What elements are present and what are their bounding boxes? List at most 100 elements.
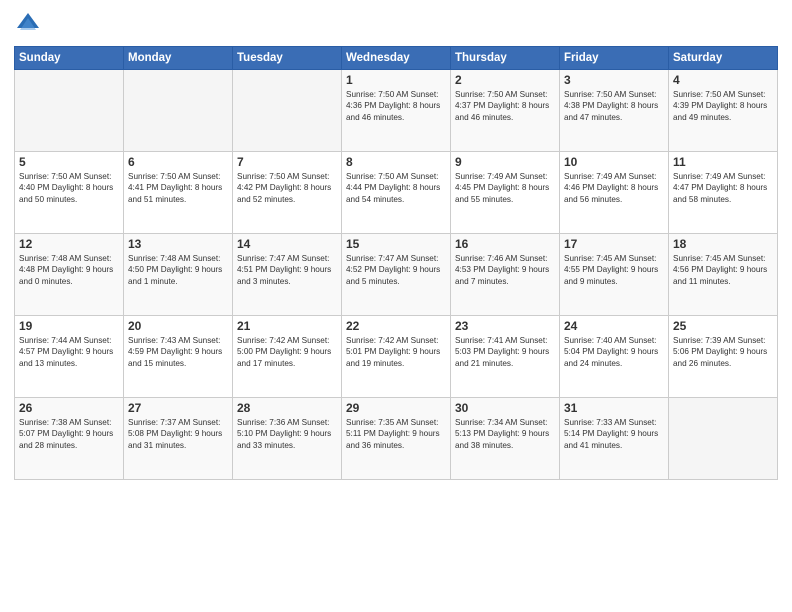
day-number: 23 (455, 319, 555, 333)
day-info: Sunrise: 7:34 AM Sunset: 5:13 PM Dayligh… (455, 417, 555, 451)
day-number: 1 (346, 73, 446, 87)
calendar-cell: 5 Sunrise: 7:50 AM Sunset: 4:40 PM Daylig… (15, 152, 124, 234)
day-number: 13 (128, 237, 228, 251)
day-number: 22 (346, 319, 446, 333)
calendar-cell: 29 Sunrise: 7:35 AM Sunset: 5:11 PM Dayli… (342, 398, 451, 480)
day-number: 19 (19, 319, 119, 333)
calendar-cell: 28Sunrise: 7:36 AM Sunset: 5:10 PM Dayli… (233, 398, 342, 480)
day-info: Sunrise: 7:35 AM Sunset: 5:11 PM Dayligh… (346, 417, 446, 451)
day-info: Sunrise: 7:47 AM Sunset: 4:51 PM Dayligh… (237, 253, 337, 287)
day-info: Sunrise: 7:44 AM Sunset: 4:57 PM Dayligh… (19, 335, 119, 369)
day-info: Sunrise: 7:49 AM Sunset: 4:46 PM Dayligh… (564, 171, 664, 205)
calendar-header: SundayMondayTuesdayWednesdayThursdayFrid… (15, 47, 778, 70)
calendar-cell (233, 70, 342, 152)
calendar-cell: 15 Sunrise: 7:47 AM Sunset: 4:52 PM Dayli… (342, 234, 451, 316)
day-info: Sunrise: 7:49 AM Sunset: 4:47 PM Dayligh… (673, 171, 773, 205)
day-number: 10 (564, 155, 664, 169)
day-number: 3 (564, 73, 664, 87)
day-info: Sunrise: 7:45 AM Sunset: 4:55 PM Dayligh… (564, 253, 664, 287)
weekday-row: SundayMondayTuesdayWednesdayThursdayFrid… (15, 47, 778, 70)
weekday-header: Saturday (669, 47, 778, 70)
day-info: Sunrise: 7:50 AM Sunset: 4:36 PM Dayligh… (346, 89, 446, 123)
day-number: 8 (346, 155, 446, 169)
day-number: 16 (455, 237, 555, 251)
day-number: 15 (346, 237, 446, 251)
day-info: Sunrise: 7:50 AM Sunset: 4:41 PM Dayligh… (128, 171, 228, 205)
weekday-header: Friday (560, 47, 669, 70)
day-info: Sunrise: 7:46 AM Sunset: 4:53 PM Dayligh… (455, 253, 555, 287)
calendar-cell: 19 Sunrise: 7:44 AM Sunset: 4:57 PM Dayli… (15, 316, 124, 398)
calendar-cell: 13 Sunrise: 7:48 AM Sunset: 4:50 PM Dayli… (124, 234, 233, 316)
calendar-cell: 27 Sunrise: 7:37 AM Sunset: 5:08 PM Dayli… (124, 398, 233, 480)
day-info: Sunrise: 7:42 AM Sunset: 5:00 PM Dayligh… (237, 335, 337, 369)
calendar-cell: 20Sunrise: 7:43 AM Sunset: 4:59 PM Dayli… (124, 316, 233, 398)
weekday-header: Sunday (15, 47, 124, 70)
day-number: 14 (237, 237, 337, 251)
day-info: Sunrise: 7:43 AM Sunset: 4:59 PM Dayligh… (128, 335, 228, 369)
calendar-cell: 14 Sunrise: 7:47 AM Sunset: 4:51 PM Dayli… (233, 234, 342, 316)
calendar-cell: 9 Sunrise: 7:49 AM Sunset: 4:45 PM Daylig… (451, 152, 560, 234)
calendar-cell (15, 70, 124, 152)
weekday-header: Wednesday (342, 47, 451, 70)
weekday-header: Monday (124, 47, 233, 70)
logo-icon (14, 10, 42, 38)
calendar-cell: 7 Sunrise: 7:50 AM Sunset: 4:42 PM Daylig… (233, 152, 342, 234)
calendar-cell: 31 Sunrise: 7:33 AM Sunset: 5:14 PM Dayli… (560, 398, 669, 480)
calendar-cell: 4Sunrise: 7:50 AM Sunset: 4:39 PM Daylig… (669, 70, 778, 152)
day-info: Sunrise: 7:33 AM Sunset: 5:14 PM Dayligh… (564, 417, 664, 451)
day-number: 5 (19, 155, 119, 169)
day-info: Sunrise: 7:50 AM Sunset: 4:42 PM Dayligh… (237, 171, 337, 205)
day-info: Sunrise: 7:45 AM Sunset: 4:56 PM Dayligh… (673, 253, 773, 287)
day-info: Sunrise: 7:37 AM Sunset: 5:08 PM Dayligh… (128, 417, 228, 451)
day-info: Sunrise: 7:48 AM Sunset: 4:50 PM Dayligh… (128, 253, 228, 287)
day-info: Sunrise: 7:41 AM Sunset: 5:03 PM Dayligh… (455, 335, 555, 369)
calendar-cell: 1 Sunrise: 7:50 AM Sunset: 4:36 PM Daylig… (342, 70, 451, 152)
day-number: 26 (19, 401, 119, 415)
day-number: 2 (455, 73, 555, 87)
day-number: 12 (19, 237, 119, 251)
day-info: Sunrise: 7:42 AM Sunset: 5:01 PM Dayligh… (346, 335, 446, 369)
day-number: 7 (237, 155, 337, 169)
calendar-cell (124, 70, 233, 152)
calendar-week-row: 12 Sunrise: 7:48 AM Sunset: 4:48 PM Dayli… (15, 234, 778, 316)
calendar-week-row: 5 Sunrise: 7:50 AM Sunset: 4:40 PM Daylig… (15, 152, 778, 234)
calendar-week-row: 26 Sunrise: 7:38 AM Sunset: 5:07 PM Dayli… (15, 398, 778, 480)
calendar-cell: 23 Sunrise: 7:41 AM Sunset: 5:03 PM Dayli… (451, 316, 560, 398)
day-number: 6 (128, 155, 228, 169)
day-info: Sunrise: 7:50 AM Sunset: 4:37 PM Dayligh… (455, 89, 555, 123)
calendar-cell: 24Sunrise: 7:40 AM Sunset: 5:04 PM Dayli… (560, 316, 669, 398)
calendar-week-row: 1 Sunrise: 7:50 AM Sunset: 4:36 PM Daylig… (15, 70, 778, 152)
day-number: 11 (673, 155, 773, 169)
calendar-cell: 2 Sunrise: 7:50 AM Sunset: 4:37 PM Daylig… (451, 70, 560, 152)
day-number: 30 (455, 401, 555, 415)
day-number: 18 (673, 237, 773, 251)
day-info: Sunrise: 7:50 AM Sunset: 4:40 PM Dayligh… (19, 171, 119, 205)
logo (14, 10, 46, 38)
day-info: Sunrise: 7:38 AM Sunset: 5:07 PM Dayligh… (19, 417, 119, 451)
calendar-cell: 26 Sunrise: 7:38 AM Sunset: 5:07 PM Dayli… (15, 398, 124, 480)
weekday-header: Tuesday (233, 47, 342, 70)
day-info: Sunrise: 7:50 AM Sunset: 4:38 PM Dayligh… (564, 89, 664, 123)
day-number: 4 (673, 73, 773, 87)
day-info: Sunrise: 7:36 AM Sunset: 5:10 PM Dayligh… (237, 417, 337, 451)
calendar-cell: 8Sunrise: 7:50 AM Sunset: 4:44 PM Daylig… (342, 152, 451, 234)
calendar: SundayMondayTuesdayWednesdayThursdayFrid… (14, 46, 778, 480)
weekday-header: Thursday (451, 47, 560, 70)
calendar-cell: 11 Sunrise: 7:49 AM Sunset: 4:47 PM Dayli… (669, 152, 778, 234)
day-info: Sunrise: 7:47 AM Sunset: 4:52 PM Dayligh… (346, 253, 446, 287)
calendar-cell: 18 Sunrise: 7:45 AM Sunset: 4:56 PM Dayli… (669, 234, 778, 316)
calendar-cell: 17Sunrise: 7:45 AM Sunset: 4:55 PM Dayli… (560, 234, 669, 316)
day-info: Sunrise: 7:48 AM Sunset: 4:48 PM Dayligh… (19, 253, 119, 287)
calendar-cell: 21Sunrise: 7:42 AM Sunset: 5:00 PM Dayli… (233, 316, 342, 398)
day-number: 27 (128, 401, 228, 415)
calendar-cell: 12 Sunrise: 7:48 AM Sunset: 4:48 PM Dayli… (15, 234, 124, 316)
day-number: 9 (455, 155, 555, 169)
calendar-cell: 6 Sunrise: 7:50 AM Sunset: 4:41 PM Daylig… (124, 152, 233, 234)
day-number: 31 (564, 401, 664, 415)
day-number: 29 (346, 401, 446, 415)
calendar-cell: 10 Sunrise: 7:49 AM Sunset: 4:46 PM Dayli… (560, 152, 669, 234)
calendar-cell: 30 Sunrise: 7:34 AM Sunset: 5:13 PM Dayli… (451, 398, 560, 480)
day-info: Sunrise: 7:39 AM Sunset: 5:06 PM Dayligh… (673, 335, 773, 369)
day-info: Sunrise: 7:49 AM Sunset: 4:45 PM Dayligh… (455, 171, 555, 205)
calendar-cell: 22 Sunrise: 7:42 AM Sunset: 5:01 PM Dayli… (342, 316, 451, 398)
